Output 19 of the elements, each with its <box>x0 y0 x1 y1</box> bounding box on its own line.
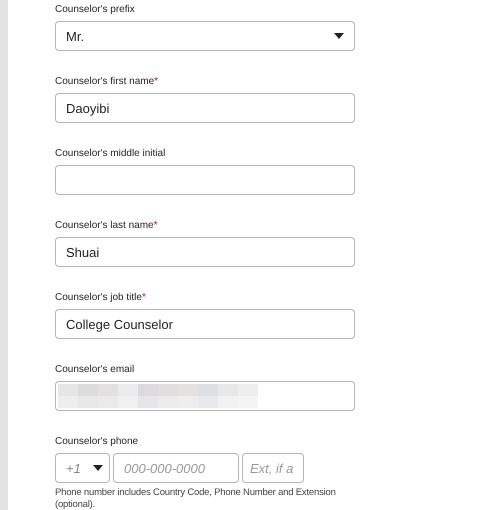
prefix-dropdown[interactable]: Mr. <box>55 21 355 51</box>
input-field[interactable]: Daoyibi <box>55 93 355 123</box>
country-code-dropdown[interactable]: +1 <box>55 453 110 483</box>
caret-icon <box>334 33 344 39</box>
input-field[interactable]: Shuai <box>55 237 355 267</box>
input-field[interactable]: College Counselor <box>55 309 355 339</box>
field-label: Counselor's last name* <box>55 219 159 233</box>
field-label: Counselor's phone <box>55 435 140 449</box>
field-label: Counselor's middle initial <box>55 147 166 161</box>
email-field[interactable] <box>55 381 355 411</box>
field-label: Counselor's prefix <box>55 3 136 17</box>
field-label: Counselor's email <box>55 363 136 377</box>
phone-number-field[interactable]: 000-000-0000 <box>113 453 239 483</box>
caret-icon <box>93 465 103 471</box>
help-text: Phone number includes Country Code, Phone Number and Extension (optional). <box>55 487 337 510</box>
field-label: Counselor's first name* <box>55 75 160 89</box>
input-field[interactable] <box>55 165 355 195</box>
extension-field[interactable]: Ext, if a <box>242 453 304 483</box>
field-label: Counselor's job title* <box>55 291 147 305</box>
